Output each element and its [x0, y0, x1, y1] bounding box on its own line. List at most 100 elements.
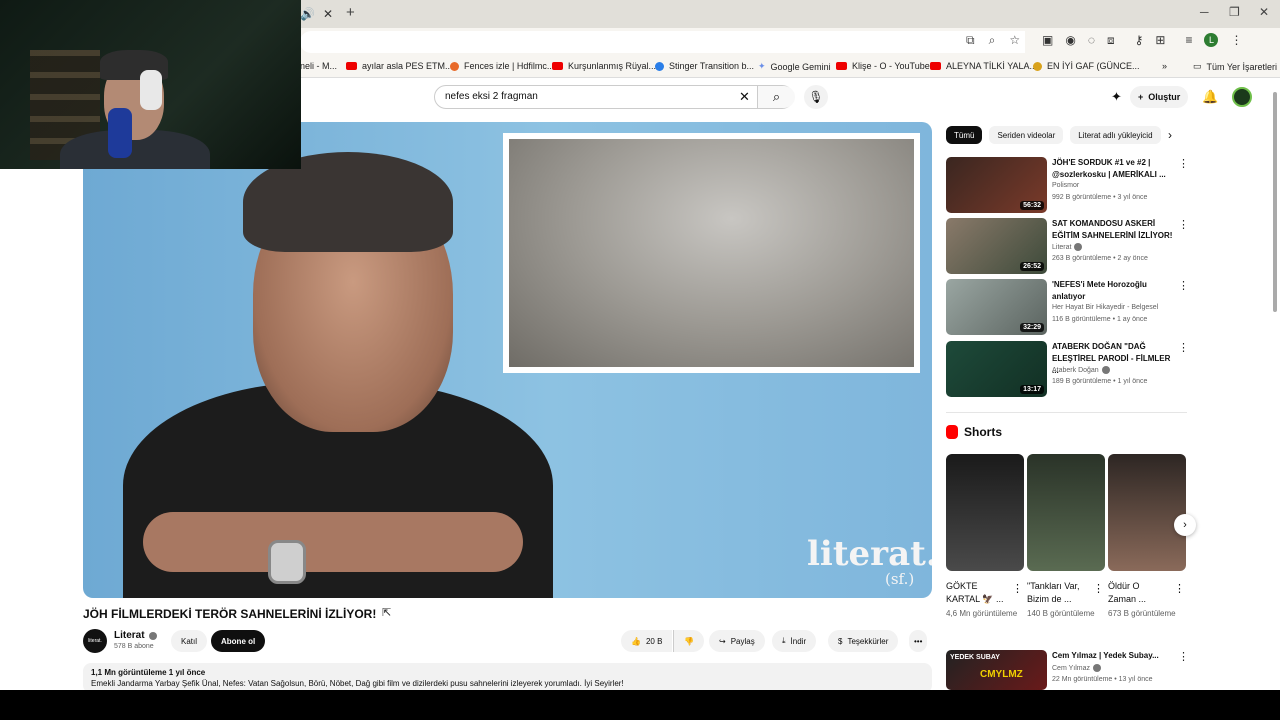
thumbs-up-icon: 👍 — [631, 636, 641, 646]
bookmark-item[interactable]: Stinger Transition b... — [655, 61, 754, 71]
dislike-button[interactable]: 👎 — [673, 630, 704, 652]
site-icon — [450, 61, 459, 71]
recommendation-channel: Cem Yılmaz — [1052, 664, 1101, 672]
recommendation-item[interactable]: 32:29 'NEFES'i Mete Horozoğlu anlatıyor … — [946, 279, 1191, 335]
menu-kebab-icon[interactable]: ⋮ — [1230, 33, 1242, 48]
bookmark-item[interactable]: Klişe - O - YouTube — [836, 61, 930, 71]
recommendation-title: Cem Yılmaz | Yedek Subay... — [1052, 651, 1159, 660]
puzzle-icon[interactable]: ⧈ — [1107, 33, 1115, 48]
short-thumbnail — [1108, 454, 1186, 571]
folder-icon: ▭ — [1193, 61, 1202, 71]
chip-uploader[interactable]: Literat adlı yükleyicid — [1070, 126, 1161, 144]
kebab-menu-icon[interactable]: ⋮ — [1178, 650, 1189, 663]
extension-icon[interactable]: ▣ — [1042, 33, 1053, 48]
video-player[interactable]: literat. (sf.) — [83, 122, 932, 598]
kebab-menu-icon[interactable]: ⋮ — [1174, 582, 1185, 595]
recommendation-item[interactable]: 56:32 JÖH'E SORDUK #1 ve #2 | @sozlerkos… — [946, 157, 1191, 213]
new-tab-icon[interactable]: + — [346, 4, 355, 21]
download-icon: ⤓ — [782, 636, 786, 645]
kebab-menu-icon[interactable]: ⋮ — [1178, 218, 1189, 231]
scrollbar-thumb[interactable] — [1273, 92, 1277, 312]
verified-icon — [1093, 664, 1101, 672]
video-thumbnail: 32:29 — [946, 279, 1047, 335]
short-item[interactable]: Öldür O Zaman ... 673 B görüntüleme ⋮ — [1108, 454, 1186, 620]
bookmarks-overflow-icon[interactable]: » — [1162, 61, 1167, 71]
zoom-icon[interactable]: ⌕ — [989, 33, 996, 48]
password-icon[interactable]: ⚷ — [1135, 33, 1144, 48]
bookmark-item[interactable]: Fences izle | Hdfilmc... — [450, 61, 554, 71]
short-item[interactable]: GÖKTE KARTAL 🦅 ... 4,6 Mn görüntüleme ⋮ — [946, 454, 1024, 620]
kebab-menu-icon[interactable]: ⋮ — [1093, 582, 1104, 595]
media-icon[interactable]: ≡ — [1185, 33, 1192, 48]
like-button[interactable]: 👍 20 B — [621, 630, 673, 652]
chip-all[interactable]: Tümü — [946, 126, 983, 144]
thumbs-down-icon: 👎 — [684, 636, 694, 646]
bookmark-item[interactable]: ayılar asla PES ETM... — [346, 61, 453, 71]
account-avatar[interactable] — [1232, 87, 1252, 107]
audio-icon[interactable]: 🔊 — [300, 7, 315, 21]
translate-icon[interactable]: ⊞ — [1155, 33, 1165, 48]
omnibox[interactable] — [300, 31, 1025, 53]
download-button[interactable]: ⤓ İndir — [772, 630, 817, 652]
kebab-menu-icon[interactable]: ⋮ — [1178, 279, 1189, 292]
short-title: "Tankları Var, Bizim de ... — [1027, 581, 1080, 604]
channel-watermark-sub: (sf.) — [885, 570, 915, 588]
search-button[interactable]: ⌕ — [757, 86, 795, 108]
bookmark-item[interactable]: Kurşunlanmış Rüyal... — [552, 61, 656, 71]
channel-avatar[interactable]: literat. — [83, 629, 107, 653]
bookmark-item[interactable]: EN İYİ GAF (GÜNCE... — [1033, 61, 1140, 71]
gemini-sparkle-icon[interactable]: ✦ — [1111, 89, 1122, 105]
bookmark-item[interactable]: ALEYNA TİLKİ YALA... — [930, 61, 1037, 71]
extension-icon[interactable]: ◌ — [1088, 33, 1095, 48]
clear-search-icon[interactable]: ✕ — [739, 89, 750, 105]
create-button[interactable]: + Oluştur — [1130, 86, 1189, 108]
description-box[interactable]: 1,1 Mn görüntüleme 1 yıl önce Emekli Jan… — [83, 663, 932, 690]
youtube-icon — [346, 62, 357, 70]
bookmark-item[interactable]: neli - M... — [300, 61, 337, 71]
video-frame-person-arm — [143, 512, 523, 572]
view-count-date: 1,1 Mn görüntüleme 1 yıl önce — [91, 668, 206, 677]
more-actions-icon[interactable]: ••• — [909, 630, 928, 652]
recommendation-channel: Literat — [1052, 243, 1083, 251]
recommendation-item[interactable]: YEDEK SUBAY CMYLMZ Cem Yılmaz | Yedek Su… — [946, 650, 1191, 690]
short-item[interactable]: "Tankları Var, Bizim de ... 140 B görünt… — [1027, 454, 1105, 620]
shorts-next-icon[interactable]: › — [1174, 514, 1196, 536]
video-thumbnail: 56:32 — [946, 157, 1047, 213]
subscriber-count: 578 B abone — [114, 643, 154, 650]
browser-tab[interactable]: 🔊 ✕ — [300, 3, 340, 25]
tab-close-icon[interactable]: ✕ — [323, 7, 333, 21]
search-input[interactable]: nefes eksi 2 fragman — [445, 91, 538, 102]
notifications-bell-icon[interactable]: 🔔 — [1202, 89, 1218, 105]
restore-icon[interactable]: ❐ — [1229, 5, 1240, 19]
recommendation-meta: 992 B görüntüleme • 3 yıl önce — [1052, 194, 1148, 201]
profile-avatar[interactable]: L — [1204, 33, 1219, 47]
window-close-icon[interactable]: ✕ — [1259, 5, 1269, 19]
chips-next-icon[interactable]: › — [1168, 128, 1172, 142]
video-thumbnail: 26:52 — [946, 218, 1047, 274]
minimize-icon[interactable]: ─ — [1200, 5, 1209, 19]
search-box: nefes eksi 2 fragman ✕ ⌕ — [434, 85, 795, 109]
omnibox-actions: ⧉ ⌕ ☆ — [966, 33, 1020, 48]
all-bookmarks[interactable]: ▭ Tüm Yer İşaretleri — [1193, 61, 1277, 72]
share-button[interactable]: ↪ Paylaş — [709, 630, 765, 652]
kebab-menu-icon[interactable]: ⋮ — [1012, 582, 1023, 595]
duration-badge: 26:52 — [1020, 262, 1044, 271]
extension-icon[interactable]: ◉ — [1065, 33, 1075, 48]
channel-name[interactable]: Literat — [114, 630, 157, 641]
chip-series[interactable]: Seriden videolar — [989, 126, 1064, 144]
shorts-header: Shorts — [946, 425, 1002, 439]
short-views: 4,6 Mn görüntüleme — [946, 609, 1018, 618]
voice-search-button[interactable]: 🎙 — [804, 85, 828, 109]
kebab-menu-icon[interactable]: ⋮ — [1178, 157, 1189, 170]
recommendation-item[interactable]: 13:17 ATABERK DOĞAN "DAĞ ELEŞTİREL PAROD… — [946, 341, 1191, 397]
recommendation-title: SAT KOMANDOSU ASKERİ EĞİTİM SAHNELERİNİ … — [1052, 219, 1173, 240]
bookmark-star-icon[interactable]: ☆ — [1009, 33, 1020, 48]
thanks-button[interactable]: $ Teşekkürler — [828, 630, 899, 652]
bookmark-item[interactable]: ✦ Google Gemini — [758, 61, 831, 72]
kebab-menu-icon[interactable]: ⋮ — [1178, 341, 1189, 354]
microphone — [108, 108, 132, 158]
subscribe-button[interactable]: Abone ol — [211, 630, 266, 652]
recommendation-item[interactable]: 26:52 SAT KOMANDOSU ASKERİ EĞİTİM SAHNEL… — [946, 218, 1191, 274]
join-button[interactable]: Katıl — [171, 630, 208, 652]
install-icon[interactable]: ⧉ — [966, 33, 975, 48]
